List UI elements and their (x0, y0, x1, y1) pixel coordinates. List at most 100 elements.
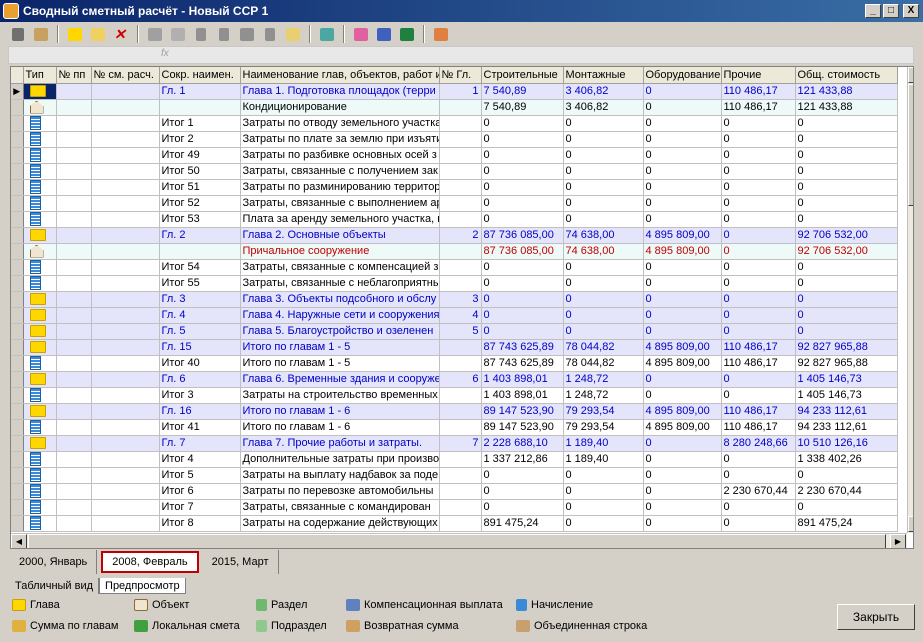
cell-empty[interactable] (56, 403, 92, 420)
column-header[interactable]: № пп (56, 67, 92, 84)
cell-ch[interactable] (439, 403, 482, 420)
cell-name[interactable]: Глава 5. Благоустройство и озеленен (240, 323, 440, 340)
row-indicator[interactable] (11, 211, 24, 228)
cell-empty[interactable] (91, 115, 160, 132)
row-indicator[interactable] (11, 339, 24, 356)
close-window-button[interactable]: X (903, 4, 919, 18)
calculator-icon[interactable] (317, 24, 337, 44)
cell-empty[interactable] (56, 243, 92, 260)
cell-other[interactable]: 0 (721, 179, 796, 196)
cell-empty[interactable] (56, 451, 92, 468)
cell-empty[interactable] (91, 291, 160, 308)
cell-equip[interactable]: 0 (643, 323, 722, 340)
column-header[interactable]: № см. расч. (91, 67, 160, 84)
home-icon[interactable] (31, 24, 51, 44)
table-row[interactable]: Итог 53 Плата за аренду земельного участк… (11, 211, 898, 228)
cell-equip[interactable]: 0 (643, 115, 722, 132)
cell-other[interactable]: 110 486,17 (721, 339, 796, 356)
cell-total[interactable]: 94 233 112,61 (795, 419, 898, 436)
cell-total[interactable]: 94 233 112,61 (795, 403, 898, 420)
cell-empty[interactable] (91, 499, 160, 516)
cell-build[interactable]: 0 (481, 323, 564, 340)
cell-empty[interactable] (56, 275, 92, 292)
cell-name[interactable]: Затраты, связанные с неблагоприятны (240, 275, 440, 292)
row-indicator[interactable] (11, 195, 24, 212)
table-row[interactable]: ▶ Гл. 1 Глава 1. Подготовка площадок (терр… (11, 83, 898, 100)
cell-other[interactable]: 0 (721, 515, 796, 532)
cell-build[interactable]: 0 (481, 467, 564, 484)
row-indicator[interactable] (11, 435, 24, 452)
cell-empty[interactable] (56, 131, 92, 148)
cell-total[interactable]: 0 (795, 275, 898, 292)
row-indicator[interactable] (11, 419, 24, 436)
cell-empty[interactable] (91, 515, 160, 532)
table-row[interactable]: Гл. 2 Глава 2. Основные объекты 2 87 736 08… (11, 227, 898, 244)
row-indicator[interactable] (11, 451, 24, 468)
cell-empty[interactable] (56, 419, 92, 436)
cell-abbr[interactable] (159, 99, 241, 116)
cell-mont[interactable]: 0 (563, 163, 644, 180)
cell-total[interactable]: 0 (795, 291, 898, 308)
cell-total[interactable]: 92 827 965,88 (795, 339, 898, 356)
page-icon[interactable] (191, 24, 211, 44)
table-row[interactable]: Итог 51 Затраты по разминированию террито… (11, 179, 898, 196)
page-up-icon[interactable] (214, 24, 234, 44)
cell-ch[interactable] (439, 483, 482, 500)
print-icon[interactable] (374, 24, 394, 44)
tab-table-view[interactable]: Табличный вид (10, 578, 100, 594)
row-indicator[interactable] (11, 115, 24, 132)
cell-name[interactable]: Затраты на строительство временных (240, 387, 440, 404)
cell-name[interactable]: Глава 6. Временные здания и сооруже (240, 371, 440, 388)
cell-ch[interactable]: 5 (439, 323, 482, 340)
cell-empty[interactable] (91, 99, 160, 116)
cell-name[interactable]: Плата за аренду земельного участка, н (240, 211, 440, 228)
table-row[interactable]: Гл. 16 Итого по главам 1 - 6 89 147 523,90… (11, 403, 898, 420)
tab-2008-february[interactable]: 2008, Февраль (101, 551, 199, 573)
row-indicator[interactable] (11, 307, 24, 324)
table-row[interactable]: Итог 8 Затраты на содержание действующих 8… (11, 515, 898, 532)
cell-name[interactable]: Затраты, связанные с выполнением ар (240, 195, 440, 212)
cell-empty[interactable] (56, 323, 92, 340)
cell-equip[interactable]: 4 895 809,00 (643, 355, 722, 372)
cell-empty[interactable] (91, 275, 160, 292)
cell-abbr[interactable]: Итог 7 (159, 499, 241, 516)
cell-mont[interactable]: 79 293,54 (563, 419, 644, 436)
cell-equip[interactable]: 0 (643, 147, 722, 164)
cell-ch[interactable]: 6 (439, 371, 482, 388)
column-header[interactable]: Строительные (481, 67, 564, 84)
cell-mont[interactable]: 0 (563, 131, 644, 148)
cell-abbr[interactable]: Итог 8 (159, 515, 241, 532)
cell-name[interactable]: Затраты, связанные с компенсацией з (240, 259, 440, 276)
cell-empty[interactable] (91, 387, 160, 404)
cell-abbr[interactable]: Итог 50 (159, 163, 241, 180)
table-row[interactable]: Итог 55 Затраты, связанные с неблагоприят… (11, 275, 898, 292)
row-indicator[interactable]: ▶ (11, 83, 24, 100)
cell-mont[interactable]: 1 248,72 (563, 387, 644, 404)
table-row[interactable]: Итог 52 Затраты, связанные с выполнением … (11, 195, 898, 212)
cell-equip[interactable]: 0 (643, 435, 722, 452)
cell-build[interactable]: 87 743 625,89 (481, 339, 564, 356)
row-indicator[interactable] (11, 275, 24, 292)
calendar-icon[interactable] (283, 24, 303, 44)
cell-other[interactable]: 8 280 248,66 (721, 435, 796, 452)
cell-build[interactable]: 0 (481, 115, 564, 132)
cell-abbr[interactable]: Гл. 5 (159, 323, 241, 340)
column-header[interactable]: Прочие (721, 67, 796, 84)
cell-build[interactable]: 87 743 625,89 (481, 355, 564, 372)
cell-mont[interactable]: 0 (563, 291, 644, 308)
row-indicator[interactable] (11, 227, 24, 244)
cell-ch[interactable] (439, 179, 482, 196)
table-row[interactable]: Причальное сооружение 87 736 085,00 74 638… (11, 243, 898, 260)
scroll-up-button[interactable]: ▲ (908, 67, 913, 83)
row-indicator[interactable] (11, 291, 24, 308)
cell-mont[interactable]: 1 189,40 (563, 451, 644, 468)
cell-mont[interactable]: 78 044,82 (563, 339, 644, 356)
row-indicator[interactable] (11, 243, 24, 260)
cell-total[interactable]: 0 (795, 131, 898, 148)
cell-abbr[interactable]: Итог 52 (159, 195, 241, 212)
cell-name[interactable]: Глава 4. Наружные сети и сооружения (240, 307, 440, 324)
page-down-icon[interactable] (260, 24, 280, 44)
cell-mont[interactable]: 3 406,82 (563, 83, 644, 100)
cell-abbr[interactable] (159, 243, 241, 260)
cell-other[interactable]: 0 (721, 371, 796, 388)
